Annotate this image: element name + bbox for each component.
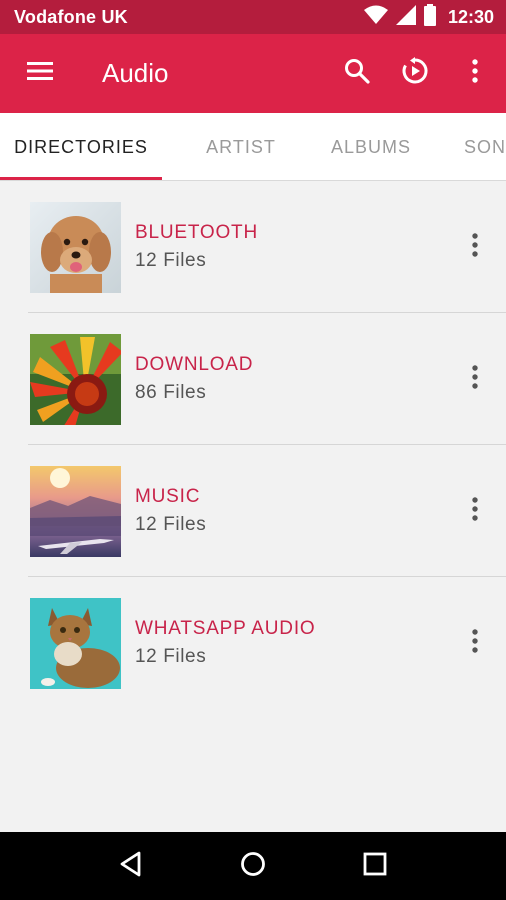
status-bar: Vodafone UK 12:30 [0, 0, 506, 34]
dog-thumbnail [30, 201, 121, 293]
carrier-name: Vodafone UK [14, 6, 128, 27]
menu-button[interactable] [0, 34, 80, 113]
file-count: 12 Files [135, 514, 207, 535]
battery-icon [423, 3, 436, 31]
system-nav-bar [0, 832, 506, 900]
item-more-button[interactable] [444, 349, 506, 409]
clock: 12:30 [447, 6, 494, 27]
tab-songs[interactable]: SON [422, 113, 506, 180]
folder-name: MUSIC [135, 486, 201, 507]
refresh-play-button[interactable] [386, 34, 444, 113]
signal-icon [395, 4, 416, 30]
page-title: Audio [102, 58, 169, 88]
list-item[interactable]: DOWNLOAD 86 Files [0, 313, 506, 445]
more-vert-icon [472, 364, 478, 394]
more-options-button[interactable] [444, 34, 506, 113]
tab-directories[interactable]: DIRECTORIES [0, 113, 162, 180]
folder-name: WHATSAPP AUDIO [135, 618, 316, 639]
folder-list: BLUETOOTH 12 Files DOWNLOAD 86 Files MUS… [0, 181, 506, 709]
more-vert-icon [472, 59, 478, 88]
back-icon [119, 851, 143, 882]
folder-name: BLUETOOTH [135, 222, 258, 243]
refresh-play-icon [401, 57, 429, 90]
item-more-button[interactable] [444, 481, 506, 541]
search-icon [344, 58, 370, 89]
file-count: 86 Files [135, 382, 207, 403]
file-count: 12 Files [135, 646, 207, 667]
list-item[interactable]: WHATSAPP AUDIO 12 Files [0, 577, 506, 709]
tab-artist[interactable]: ARTIST [162, 113, 320, 180]
home-icon [240, 851, 266, 882]
search-button[interactable] [328, 34, 386, 113]
list-item[interactable]: MUSIC 12 Files [0, 445, 506, 577]
more-vert-icon [472, 232, 478, 262]
list-item[interactable]: BLUETOOTH 12 Files [0, 181, 506, 313]
tab-albums[interactable]: ALBUMS [320, 113, 422, 180]
home-button[interactable] [223, 836, 283, 896]
item-more-button[interactable] [444, 217, 506, 277]
recents-icon [363, 852, 387, 881]
file-count: 12 Files [135, 250, 207, 271]
wifi-icon [363, 5, 388, 30]
recents-button[interactable] [345, 836, 405, 896]
menu-icon [27, 61, 53, 86]
app-bar: Audio [0, 34, 506, 113]
cat-thumbnail [30, 597, 121, 689]
more-vert-icon [472, 628, 478, 658]
airplane-thumbnail [30, 465, 121, 557]
tab-bar: DIRECTORIES ARTIST ALBUMS SON [0, 113, 506, 181]
item-more-button[interactable] [444, 613, 506, 673]
back-button[interactable] [101, 836, 161, 896]
flower-thumbnail [30, 333, 121, 425]
more-vert-icon [472, 496, 478, 526]
folder-name: DOWNLOAD [135, 354, 254, 375]
